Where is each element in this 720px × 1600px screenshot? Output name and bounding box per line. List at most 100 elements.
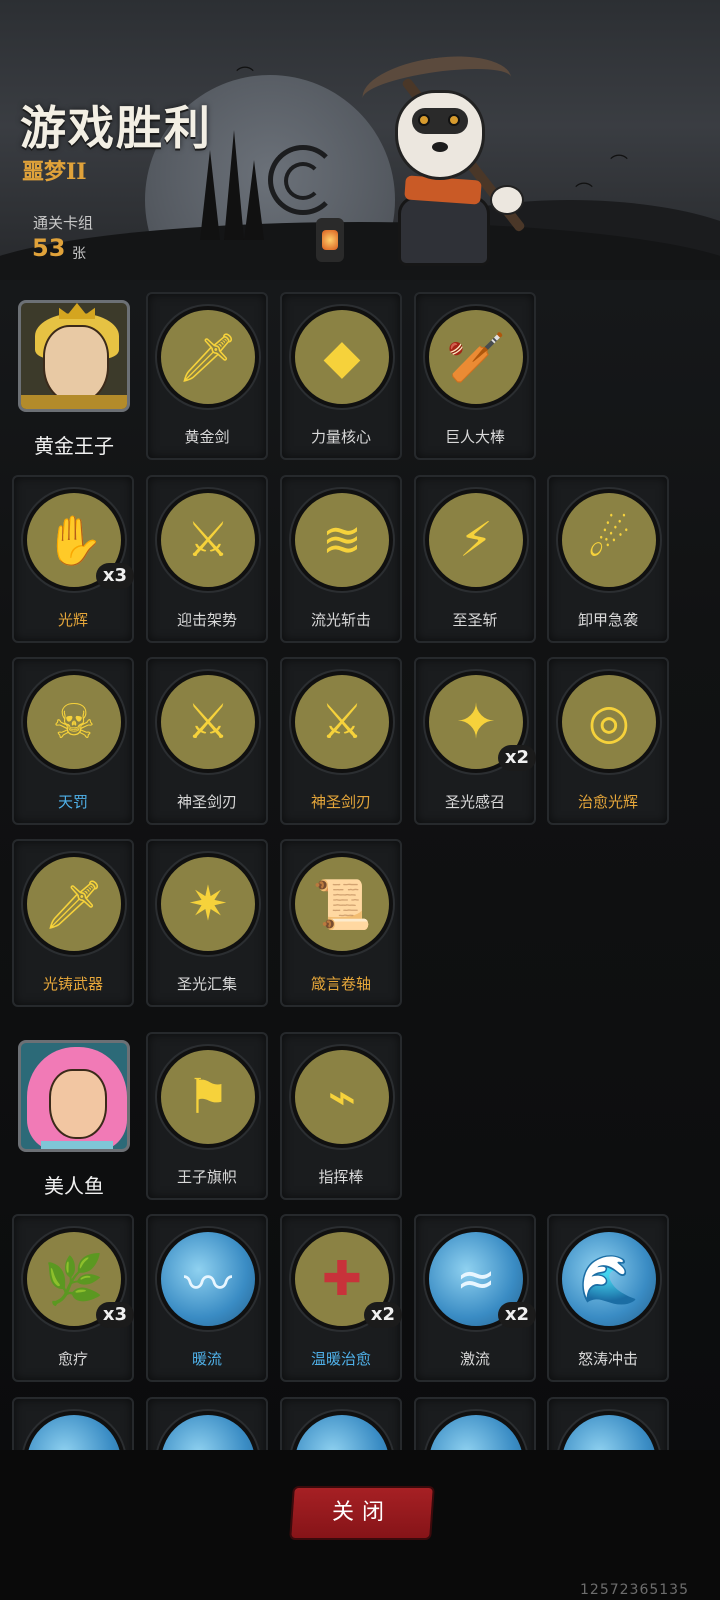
lantern-icon [316,218,344,262]
card-art: ≈ [429,1415,523,1450]
card-count-badge: x2 [498,745,536,771]
water-card-icon: ≈ [425,1411,527,1450]
holy-blade-icon: ⚔ [291,671,393,773]
tree-silhouette [244,160,264,240]
card-tile[interactable]: ✋ x3 光辉 [12,475,134,643]
water-card-icon: ≈ [157,1411,259,1450]
card-name: 治愈光辉 [577,793,638,811]
card-tile[interactable]: ✚ x2 温暖治愈 [280,1214,402,1382]
card-tile[interactable]: ≈ [12,1397,134,1450]
card-tile[interactable]: 🗡 光铸武器 [12,839,134,1007]
card-art: ⚔ [186,694,230,750]
card-tile[interactable]: ◆ 力量核心 [280,292,402,460]
card-name: 温暖治愈 [310,1350,371,1368]
proverb-scroll-icon: 📜 [291,853,393,955]
tree-silhouette [224,130,244,240]
card-tile[interactable]: ⚔ 神圣剑刃 [280,657,402,825]
card-count-badge: x3 [96,1302,134,1328]
card-tile[interactable]: 🌊 怒涛冲击 [547,1214,669,1382]
page-title: 游戏胜利 [20,101,212,155]
card-name: 流光斩击 [310,611,371,629]
card-tile[interactable]: ⚑ 王子旗帜 [146,1032,268,1200]
card-tile[interactable]: ≈ [280,1397,402,1450]
card-tile[interactable]: 🌿 x3 愈疗 [12,1214,134,1382]
hero-card[interactable]: 美人鱼 [18,1040,130,1210]
golden-sword-icon: 🗡 [157,306,259,408]
card-tile[interactable]: ≈ x2 激流 [414,1214,536,1382]
card-tile[interactable]: 🏏 巨人大棒 [414,292,536,460]
power-core-icon: ◆ [291,306,393,408]
close-button[interactable]: 关闭 [291,1488,433,1538]
warm-current-icon: 〰 [157,1228,259,1330]
card-name: 圣光感召 [444,793,505,811]
card-name: 黄金剑 [184,428,230,446]
card-tile[interactable]: ≈ [146,1397,268,1450]
card-name: 力量核心 [310,428,371,446]
card-name: 箴言卷轴 [310,975,371,993]
card-art: ⚔ [320,694,364,750]
card-tile[interactable]: ◎ 治愈光辉 [547,657,669,825]
card-name: 神圣剑刃 [176,793,237,811]
card-tile[interactable]: ✷ 圣光汇集 [146,839,268,1007]
hero-card[interactable]: 黄金王子 [18,300,130,470]
hero-name: 美人鱼 [44,1174,104,1198]
card-art: ≈ [562,1415,656,1450]
card-tile[interactable]: ⚡ 至圣斩 [414,475,536,643]
card-art: ≈ [295,1415,389,1450]
card-name: 暖流 [191,1350,222,1368]
card-art: 🗡 [43,876,105,933]
card-tile[interactable]: ≋ 流光斩击 [280,475,402,643]
card-art: ◆ [323,329,361,385]
card-tile[interactable]: ⌁ 指挥棒 [280,1032,402,1200]
build-id: 12572365135 [580,1582,689,1598]
card-name: 卸甲急袭 [577,611,638,629]
card-tile[interactable]: 🗡 黄金剑 [146,292,268,460]
card-count-badge: x3 [96,563,134,589]
card-art: ≈ [27,1415,121,1450]
tree-silhouette [200,150,220,240]
card-art: ✷ [187,876,229,932]
water-card-icon: ≈ [23,1411,125,1450]
card-name: 至圣斩 [452,611,498,629]
holy-gather-icon: ✷ [157,853,259,955]
card-name: 天罚 [57,793,88,811]
card-tile[interactable]: ✦ x2 圣光感召 [414,657,536,825]
deck-label: 通关卡组 [33,214,94,232]
card-art: 🗡 [177,329,239,386]
card-count-badge: x2 [498,1302,536,1328]
card-art: 📜 [312,876,372,933]
light-forged-weapon-icon: 🗡 [23,853,125,955]
hero-name: 黄金王子 [34,434,114,458]
card-tile[interactable]: ☄ 卸甲急袭 [547,475,669,643]
card-tile[interactable]: ☠ 天罚 [12,657,134,825]
card-name: 怒涛冲击 [577,1350,638,1368]
card-art: ≈ [161,1415,255,1450]
deck-card-list[interactable]: 黄金王子 🗡 黄金剑 ◆ 力量核心 🏏 巨人大棒 ✋ x3 光辉 ⚔ 迎击架势 ≋ 流光斩击 ⚡ 至圣斩 ☄ 卸甲… [0,280,720,1450]
card-tile[interactable]: ≈ [547,1397,669,1450]
card-tile[interactable]: ≈ [414,1397,536,1450]
card-name: 王子旗帜 [176,1168,237,1186]
victory-character-art [340,47,540,270]
card-tile[interactable]: ⚔ 迎击架势 [146,475,268,643]
card-name: 光铸武器 [42,975,103,993]
swirl-hill-inner [284,162,322,200]
card-name: 神圣剑刃 [310,793,371,811]
card-art: ⚔ [186,512,230,568]
raging-wave-icon: 🌊 [558,1228,660,1330]
card-tile[interactable]: 📜 箴言卷轴 [280,839,402,1007]
prince-banner-icon: ⚑ [157,1046,259,1148]
card-tile[interactable]: ⚔ 神圣剑刃 [146,657,268,825]
healing-radiance-icon: ◎ [558,671,660,773]
card-name: 光辉 [57,611,88,629]
mermaid-portrait [18,1040,130,1152]
card-name: 巨人大棒 [444,428,505,446]
card-tile[interactable]: 〰暖流 [146,1214,268,1382]
bat-icon: ⌒ [236,66,254,87]
card-art: 🏏 [446,329,506,386]
victory-header: ⌒ ⌒ ⌒ 游戏胜利 噩梦II 通关卡组 53 张 [0,0,720,280]
disarm-raid-icon: ☄ [558,489,660,591]
giant-club-icon: 🏏 [425,306,527,408]
card-name: 激流 [459,1350,490,1368]
water-card-icon: ≈ [291,1411,393,1450]
parry-stance-icon: ⚔ [157,489,259,591]
